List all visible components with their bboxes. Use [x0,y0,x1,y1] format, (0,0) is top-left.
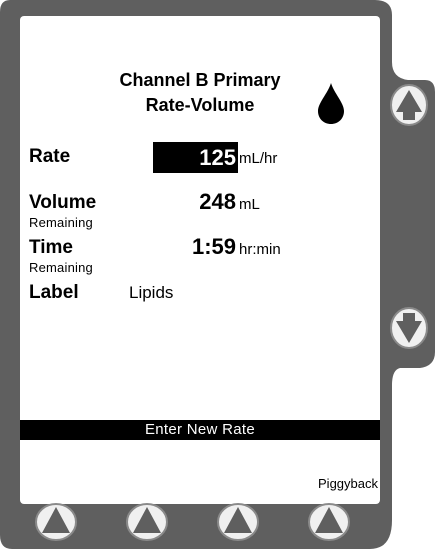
scroll-down-button[interactable] [388,305,430,351]
time-label: Time [29,237,74,258]
time-sublabel: Remaining [29,260,93,275]
volume-value: 248 [199,189,236,214]
rate-label: Rate [29,146,71,167]
softkey-1-button[interactable] [33,500,79,544]
softkey-2-button[interactable] [124,500,170,544]
time-unit: hr:min [239,241,281,258]
label-label: Label [29,282,79,303]
rate-unit: mL/hr [239,150,278,167]
prompt-bar: Enter New Rate [20,420,380,440]
label-value: Lipids [129,283,174,302]
volume-unit: mL [239,196,260,213]
volume-label: Volume [29,192,97,213]
rate-value[interactable]: 125 [153,142,238,173]
display-screen: Channel B Primary Rate-Volume Rate 125 m… [20,16,380,504]
softkey-label-piggyback: Piggyback [318,476,378,491]
time-value: 1:59 [191,234,236,259]
drop-icon [318,83,344,124]
softkey-4-piggyback-button[interactable] [306,500,352,544]
volume-sublabel: Remaining [29,215,93,230]
softkey-3-button[interactable] [215,500,261,544]
scroll-up-button[interactable] [388,82,430,128]
